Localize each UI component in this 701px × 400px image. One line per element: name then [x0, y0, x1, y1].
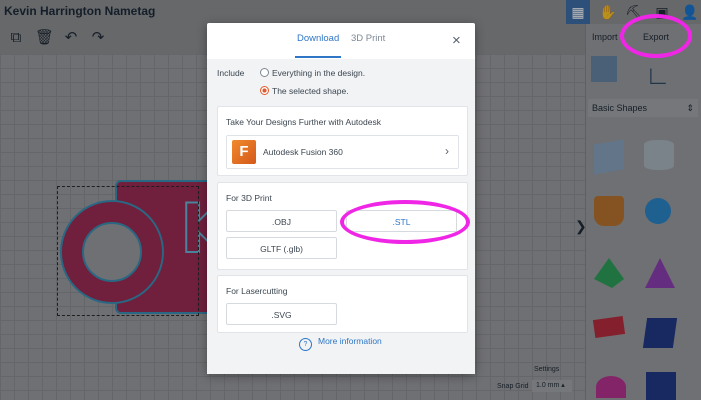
more-information-label: More information — [318, 336, 382, 346]
lasercutting-card-title: For Lasercutting — [226, 286, 288, 296]
more-information-link[interactable]: ? More information — [299, 336, 382, 351]
lasercutting-card: For Lasercutting .SVG — [217, 275, 468, 333]
obj-button[interactable]: .OBJ — [226, 210, 337, 232]
fusion-360-button[interactable]: F Autodesk Fusion 360 › — [226, 135, 459, 169]
stl-highlight-annotation — [340, 200, 470, 244]
include-everything-option[interactable]: Everything in the design. — [260, 68, 365, 78]
chevron-right-icon: › — [445, 144, 449, 158]
include-selected-option[interactable]: The selected shape. — [260, 86, 349, 96]
tab-3d-print[interactable]: 3D Print — [351, 33, 385, 44]
gltf-button[interactable]: GLTF (.glb) — [226, 237, 337, 259]
autodesk-card-title: Take Your Designs Further with Autodesk — [226, 117, 381, 127]
close-icon[interactable]: × — [452, 32, 461, 49]
3d-print-card-title: For 3D Print — [226, 193, 272, 203]
active-tab-indicator — [295, 56, 341, 58]
modal-tabs: Download 3D Print × — [207, 23, 475, 60]
svg-button[interactable]: .SVG — [226, 303, 337, 325]
question-icon: ? — [299, 338, 312, 351]
fusion-label: Autodesk Fusion 360 — [263, 147, 343, 157]
include-label: Include — [217, 68, 245, 78]
export-highlight-annotation — [620, 14, 692, 58]
tab-download[interactable]: Download — [297, 33, 339, 44]
include-selected-label: The selected shape. — [272, 86, 349, 96]
export-modal: Download 3D Print × Include Everything i… — [207, 23, 475, 374]
radio-selected-icon[interactable] — [260, 86, 269, 95]
fusion-logo-icon: F — [232, 140, 256, 164]
autodesk-card: Take Your Designs Further with Autodesk … — [217, 106, 468, 176]
radio-unselected-icon[interactable] — [260, 68, 269, 77]
include-everything-label: Everything in the design. — [272, 68, 366, 78]
